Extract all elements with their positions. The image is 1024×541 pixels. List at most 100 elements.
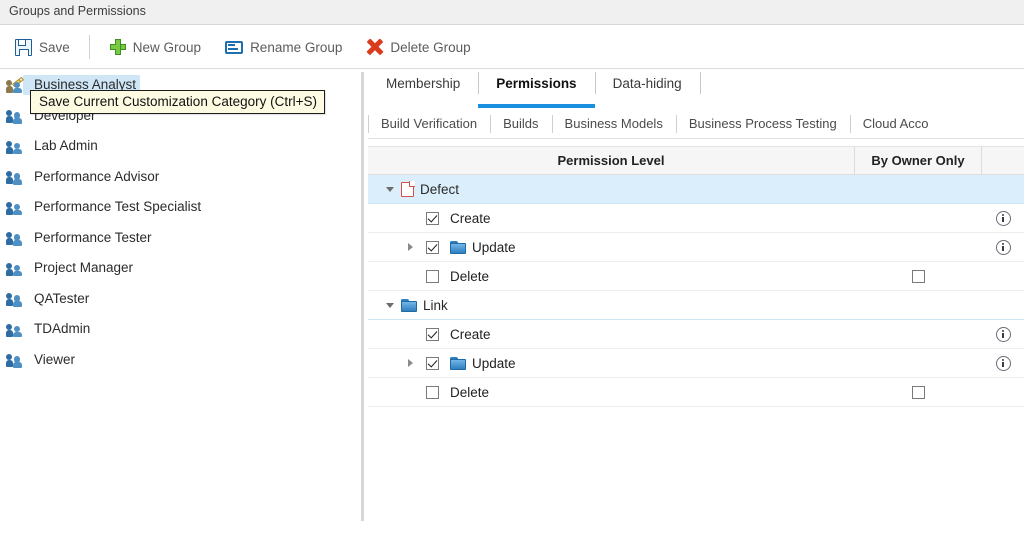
permission-group-label: Defect bbox=[420, 181, 460, 197]
permissions-table: Permission Level By Owner Only Defect Cre… bbox=[368, 146, 1024, 407]
subtab-builds[interactable]: Builds bbox=[490, 110, 551, 138]
group-list-item[interactable]: TDAdmin bbox=[0, 314, 356, 345]
group-name-wrapper: QATester bbox=[23, 289, 93, 309]
permission-checkbox[interactable] bbox=[426, 327, 439, 341]
permission-item-label: Delete bbox=[450, 384, 490, 400]
info-cell bbox=[982, 291, 1024, 320]
active-tab-underline bbox=[478, 104, 595, 108]
group-list-item[interactable]: Performance Advisor bbox=[0, 162, 356, 193]
permission-level-cell: Delete bbox=[368, 378, 855, 407]
expander-collapse-icon[interactable] bbox=[386, 302, 394, 308]
permission-item-label: Create bbox=[450, 210, 491, 226]
rename-icon bbox=[225, 40, 244, 54]
info-icon[interactable] bbox=[995, 326, 1011, 342]
by-owner-only-cell bbox=[855, 291, 982, 320]
by-owner-only-checkbox[interactable] bbox=[912, 385, 925, 399]
window-title: Groups and Permissions bbox=[9, 4, 146, 18]
save-button[interactable]: Save bbox=[6, 32, 79, 62]
toolbar-separator bbox=[88, 35, 90, 59]
group-list-item-label: QATester bbox=[34, 290, 90, 306]
tab-membership[interactable]: Membership bbox=[368, 70, 478, 102]
expander-expand-icon[interactable] bbox=[408, 243, 413, 251]
entity-sub-tabs[interactable]: Build Verification Builds Business Models B… bbox=[368, 109, 1024, 139]
group-list-item[interactable]: Performance Test Specialist bbox=[0, 192, 356, 223]
permission-level-cell: Create bbox=[368, 320, 855, 349]
permission-group-row[interactable]: Link bbox=[368, 291, 1024, 320]
info-cell bbox=[982, 378, 1024, 407]
window-titlebar: Groups and Permissions bbox=[0, 0, 1024, 25]
permission-item-row[interactable]: Delete bbox=[368, 378, 1024, 407]
permission-checkbox[interactable] bbox=[426, 240, 439, 254]
info-icon[interactable] bbox=[995, 210, 1011, 226]
delete-group-button[interactable]: Delete Group bbox=[357, 32, 479, 62]
permission-level-cell: Update bbox=[368, 233, 855, 262]
toolbar: Save New Group Rename Group Delete Group bbox=[0, 26, 1024, 69]
permission-checkbox[interactable] bbox=[426, 211, 439, 225]
tab-end-separator bbox=[699, 72, 701, 94]
permission-checkbox[interactable] bbox=[426, 269, 439, 283]
by-owner-only-cell bbox=[855, 175, 982, 204]
rename-group-button-label: Rename Group bbox=[250, 39, 343, 55]
folder-icon bbox=[450, 240, 466, 254]
new-group-button-label: New Group bbox=[132, 39, 202, 55]
by-owner-only-checkbox[interactable] bbox=[912, 269, 925, 283]
subtab-cloud-acco[interactable]: Cloud Acco bbox=[849, 110, 942, 138]
info-cell bbox=[982, 175, 1024, 204]
permission-checkbox[interactable] bbox=[426, 385, 439, 399]
permission-item-label: Create bbox=[450, 326, 491, 342]
group-list-item[interactable]: Viewer bbox=[0, 345, 356, 376]
group-list-item-label: TDAdmin bbox=[34, 321, 91, 337]
permission-level-cell: Update bbox=[368, 349, 855, 378]
tab-data-hiding[interactable]: Data-hiding bbox=[594, 70, 700, 102]
info-icon[interactable] bbox=[995, 239, 1011, 255]
primary-tabs[interactable]: Membership Permissions Data-hiding bbox=[368, 70, 1024, 108]
expander-expand-icon[interactable] bbox=[408, 359, 413, 367]
folder-icon bbox=[401, 298, 417, 312]
group-name-wrapper: Performance Tester bbox=[23, 228, 156, 248]
subtab-business-process-testing[interactable]: Business Process Testing bbox=[675, 110, 850, 138]
details-panel: Membership Permissions Data-hiding Build V… bbox=[368, 70, 1024, 541]
plus-icon bbox=[109, 39, 126, 55]
group-list-item-label: Project Manager bbox=[34, 260, 134, 276]
permission-group-row[interactable]: Defect bbox=[368, 175, 1024, 204]
subtab-business-models[interactable]: Business Models bbox=[551, 110, 676, 138]
permission-level-cell: Delete bbox=[368, 262, 855, 291]
info-cell bbox=[982, 320, 1024, 349]
tab-label: Data-hiding bbox=[612, 76, 682, 91]
by-owner-only-cell bbox=[855, 320, 982, 349]
permission-item-label: Update bbox=[472, 355, 516, 371]
subtab-build-verification[interactable]: Build Verification bbox=[368, 110, 490, 138]
permission-item-row[interactable]: Update bbox=[368, 233, 1024, 262]
document-icon bbox=[401, 181, 415, 197]
group-name-wrapper: Viewer bbox=[23, 350, 79, 370]
group-name-wrapper: Project Manager bbox=[23, 258, 137, 278]
permission-item-row[interactable]: Create bbox=[368, 320, 1024, 349]
column-header-by-owner-only: By Owner Only bbox=[855, 146, 982, 175]
rename-group-button[interactable]: Rename Group bbox=[216, 32, 351, 62]
subtab-label: Build Verification bbox=[381, 115, 478, 131]
expander-collapse-icon[interactable] bbox=[386, 186, 394, 192]
group-name-wrapper: TDAdmin bbox=[23, 319, 94, 339]
group-list-item[interactable]: QATester bbox=[0, 284, 356, 315]
group-list-item[interactable]: Performance Tester bbox=[0, 223, 356, 254]
group-icon bbox=[5, 230, 23, 246]
permission-item-row[interactable]: Create bbox=[368, 204, 1024, 233]
new-group-button[interactable]: New Group bbox=[101, 32, 210, 62]
by-owner-only-cell bbox=[855, 378, 982, 407]
group-list-item[interactable]: Project Manager bbox=[0, 253, 356, 284]
table-body: Defect Create Update Delete Link Create Update… bbox=[368, 175, 1024, 407]
group-list-item[interactable]: Lab Admin bbox=[0, 131, 356, 162]
permission-checkbox[interactable] bbox=[426, 356, 439, 370]
permission-level-cell: Defect bbox=[368, 175, 855, 204]
group-icon bbox=[5, 108, 23, 124]
panel-splitter[interactable] bbox=[361, 72, 364, 521]
info-cell bbox=[982, 204, 1024, 233]
permission-item-row[interactable]: Delete bbox=[368, 262, 1024, 291]
group-icon bbox=[5, 261, 23, 277]
info-icon[interactable] bbox=[995, 355, 1011, 371]
groups-list[interactable]: Business Analyst Developer Lab Admin Perfor… bbox=[0, 70, 356, 541]
by-owner-only-cell bbox=[855, 204, 982, 233]
permission-item-row[interactable]: Update bbox=[368, 349, 1024, 378]
group-icon bbox=[5, 139, 23, 155]
tab-permissions[interactable]: Permissions bbox=[478, 70, 595, 108]
